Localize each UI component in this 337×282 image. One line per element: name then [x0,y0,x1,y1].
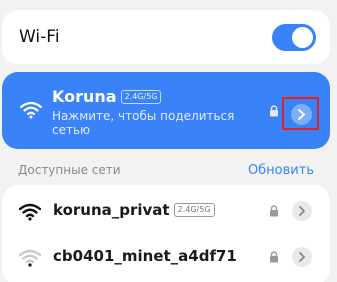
toggle-knob [292,27,313,48]
network-name: koruna_privat 2.4G/5G [53,201,215,219]
lock-icon [269,205,279,217]
current-network-name: Koruna 2.4G/5G [52,87,162,106]
network-name-text: Koruna [52,87,117,106]
wifi-weak-icon [19,249,41,267]
wifi-title: Wi-Fi [19,27,60,47]
current-network-card[interactable]: Koruna 2.4G/5G Нажмите, чтобы поделиться … [2,72,330,149]
network-name-text: koruna_privat [53,201,170,219]
network-name-text: cb0401_minet_a4df71 [53,247,237,265]
band-badge: 2.4G/5G [120,90,162,104]
chevron-right-icon [291,104,312,125]
available-networks-list: koruna_privat 2.4G/5G cb0401_minet_a4df71 [2,185,330,282]
network-details-button[interactable] [282,97,319,130]
available-networks-label: Доступные сети [18,163,121,177]
network-name: cb0401_minet_a4df71 [53,247,237,265]
band-badge: 2.4G/5G [173,203,215,217]
refresh-button[interactable]: Обновить [248,163,314,178]
wifi-toggle[interactable] [272,24,316,51]
wifi-icon [19,203,41,221]
chevron-right-icon[interactable] [292,201,312,221]
share-hint: Нажмите, чтобы поделиться сетью [52,109,235,137]
wifi-icon [20,101,42,119]
chevron-right-icon[interactable] [292,247,312,267]
lock-icon [269,251,279,263]
lock-icon [269,105,279,117]
wifi-toggle-card: Wi-Fi [2,10,330,64]
